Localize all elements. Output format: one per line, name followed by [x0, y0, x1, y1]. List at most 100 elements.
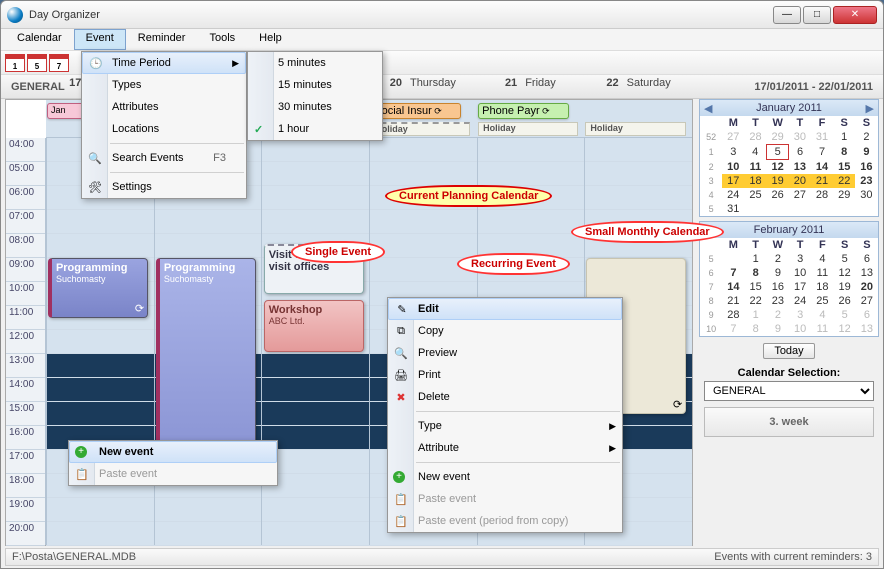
- context-edit[interactable]: ✎Edit: [388, 298, 622, 320]
- menu-time-period[interactable]: 🕒 Time Period▶: [82, 52, 246, 74]
- calendar-day[interactable]: 2: [767, 308, 789, 322]
- menu-calendar[interactable]: Calendar: [5, 29, 74, 50]
- calendar-day[interactable]: 13: [856, 322, 878, 336]
- calendar-day[interactable]: 28: [722, 308, 744, 322]
- calendar-day[interactable]: 12: [834, 322, 856, 336]
- time-15min[interactable]: 15 minutes: [248, 74, 382, 96]
- calendar-day[interactable]: 24: [722, 188, 744, 202]
- calendar-day[interactable]: 10: [789, 266, 811, 280]
- calendar-day[interactable]: 5: [767, 145, 789, 160]
- calendar-day[interactable]: 4: [811, 308, 833, 322]
- calendar-day[interactable]: 1: [745, 308, 767, 322]
- context-print[interactable]: 🖨Print: [388, 364, 622, 386]
- calendar-day[interactable]: 8: [745, 322, 767, 336]
- calendar-day[interactable]: 12: [834, 266, 856, 280]
- calendar-day[interactable]: 4: [811, 252, 833, 266]
- calendar-day[interactable]: 5: [834, 252, 856, 266]
- calendar-day[interactable]: 22: [745, 294, 767, 308]
- calendar-day[interactable]: 20: [789, 174, 811, 188]
- time-5min[interactable]: 5 minutes: [248, 52, 382, 74]
- calendar-day[interactable]: 5: [834, 308, 856, 322]
- calendar-day[interactable]: 27: [789, 188, 811, 202]
- calendar-day[interactable]: 12: [767, 160, 789, 175]
- calendar-day[interactable]: 16: [855, 160, 877, 175]
- menu-reminder[interactable]: Reminder: [126, 29, 198, 50]
- calendar-day[interactable]: 9: [767, 322, 789, 336]
- calendar-day[interactable]: 14: [811, 160, 833, 175]
- calendar-day[interactable]: 11: [744, 160, 766, 175]
- calendar-day[interactable]: 25: [811, 294, 833, 308]
- time-1hour[interactable]: ✓1 hour: [248, 118, 382, 140]
- calendar-event[interactable]: Workshop ABC Ltd.: [264, 300, 364, 352]
- calendar-day[interactable]: 9: [855, 145, 877, 160]
- calendar-day[interactable]: 6: [789, 145, 811, 160]
- calendar-day[interactable]: 16: [767, 280, 789, 294]
- calendar-day[interactable]: 11: [811, 266, 833, 280]
- calendar-day[interactable]: 26: [834, 294, 856, 308]
- month-calendar-2[interactable]: February 2011 MTWTFSS5123456678910111213…: [699, 221, 879, 337]
- calendar-day[interactable]: 23: [767, 294, 789, 308]
- week-button[interactable]: 3. week: [704, 407, 874, 437]
- next-month-icon[interactable]: ▶: [866, 102, 874, 115]
- context-type[interactable]: Type▶: [388, 415, 622, 437]
- calendar-day[interactable]: 19: [834, 280, 856, 294]
- calendar-day[interactable]: 27: [722, 130, 744, 145]
- close-button[interactable]: ✕: [833, 6, 877, 24]
- calendar-day[interactable]: [722, 252, 744, 266]
- calendar-day[interactable]: 10: [789, 322, 811, 336]
- calendar-event[interactable]: Programming Suchomasty ⟳: [48, 258, 148, 318]
- context-copy[interactable]: ⧉Copy: [388, 320, 622, 342]
- calendar-day[interactable]: 28: [811, 188, 833, 202]
- maximize-button[interactable]: □: [803, 6, 831, 24]
- calendar-day[interactable]: 26: [767, 188, 789, 202]
- calendar-day[interactable]: 6: [856, 308, 878, 322]
- calendar-day[interactable]: 31: [811, 130, 833, 145]
- calendar-day[interactable]: 3: [722, 145, 744, 160]
- calendar-day[interactable]: 17: [722, 174, 744, 188]
- calendar-day[interactable]: [789, 202, 811, 216]
- month-calendar-1[interactable]: ◀January 2011▶ MTWTFSS522728293031121345…: [699, 99, 879, 217]
- context-paste-event[interactable]: 📋 Paste event: [69, 463, 277, 485]
- calendar-day[interactable]: 10: [722, 160, 744, 175]
- context-paste-period[interactable]: 📋Paste event (period from copy): [388, 510, 622, 532]
- view-week-icon[interactable]: 7: [49, 54, 69, 72]
- calendar-day[interactable]: 7: [722, 322, 744, 336]
- calendar-day[interactable]: 6: [856, 252, 878, 266]
- calendar-day[interactable]: 19: [767, 174, 789, 188]
- menu-tools[interactable]: Tools: [197, 29, 247, 50]
- calendar-day[interactable]: 29: [833, 188, 855, 202]
- calendar-day[interactable]: 18: [811, 280, 833, 294]
- minimize-button[interactable]: —: [773, 6, 801, 24]
- calendar-day[interactable]: [767, 202, 789, 216]
- holiday-event[interactable]: Holiday: [585, 122, 685, 136]
- calendar-day[interactable]: [833, 202, 855, 216]
- calendar-day[interactable]: 4: [744, 145, 766, 160]
- context-paste-event[interactable]: 📋Paste event: [388, 488, 622, 510]
- calendar-day[interactable]: 9: [767, 266, 789, 280]
- calendar-day[interactable]: [744, 202, 766, 216]
- today-button[interactable]: Today: [763, 343, 814, 359]
- calendar-day[interactable]: 2: [767, 252, 789, 266]
- calendar-day[interactable]: 30: [855, 188, 877, 202]
- calendar-day[interactable]: 3: [789, 308, 811, 322]
- menu-help[interactable]: Help: [247, 29, 294, 50]
- time-30min[interactable]: 30 minutes: [248, 96, 382, 118]
- calendar-day[interactable]: [811, 202, 833, 216]
- calendar-day[interactable]: 20: [856, 280, 878, 294]
- calendar-day[interactable]: 1: [745, 252, 767, 266]
- menu-event[interactable]: Event: [74, 29, 126, 50]
- menu-settings[interactable]: 🛠 Settings: [82, 176, 246, 198]
- menu-attributes[interactable]: Attributes: [82, 96, 246, 118]
- calendar-day[interactable]: [855, 202, 877, 216]
- calendar-day[interactable]: 15: [833, 160, 855, 175]
- calendar-day[interactable]: 13: [789, 160, 811, 175]
- calendar-day[interactable]: 11: [811, 322, 833, 336]
- calendar-day[interactable]: 21: [811, 174, 833, 188]
- calendar-day[interactable]: 24: [789, 294, 811, 308]
- calendar-day[interactable]: 14: [722, 280, 744, 294]
- calendar-day[interactable]: 1: [833, 130, 855, 145]
- calendar-day[interactable]: 7: [722, 266, 744, 280]
- calendar-day[interactable]: 17: [789, 280, 811, 294]
- calendar-day[interactable]: 30: [789, 130, 811, 145]
- calendar-day[interactable]: 25: [744, 188, 766, 202]
